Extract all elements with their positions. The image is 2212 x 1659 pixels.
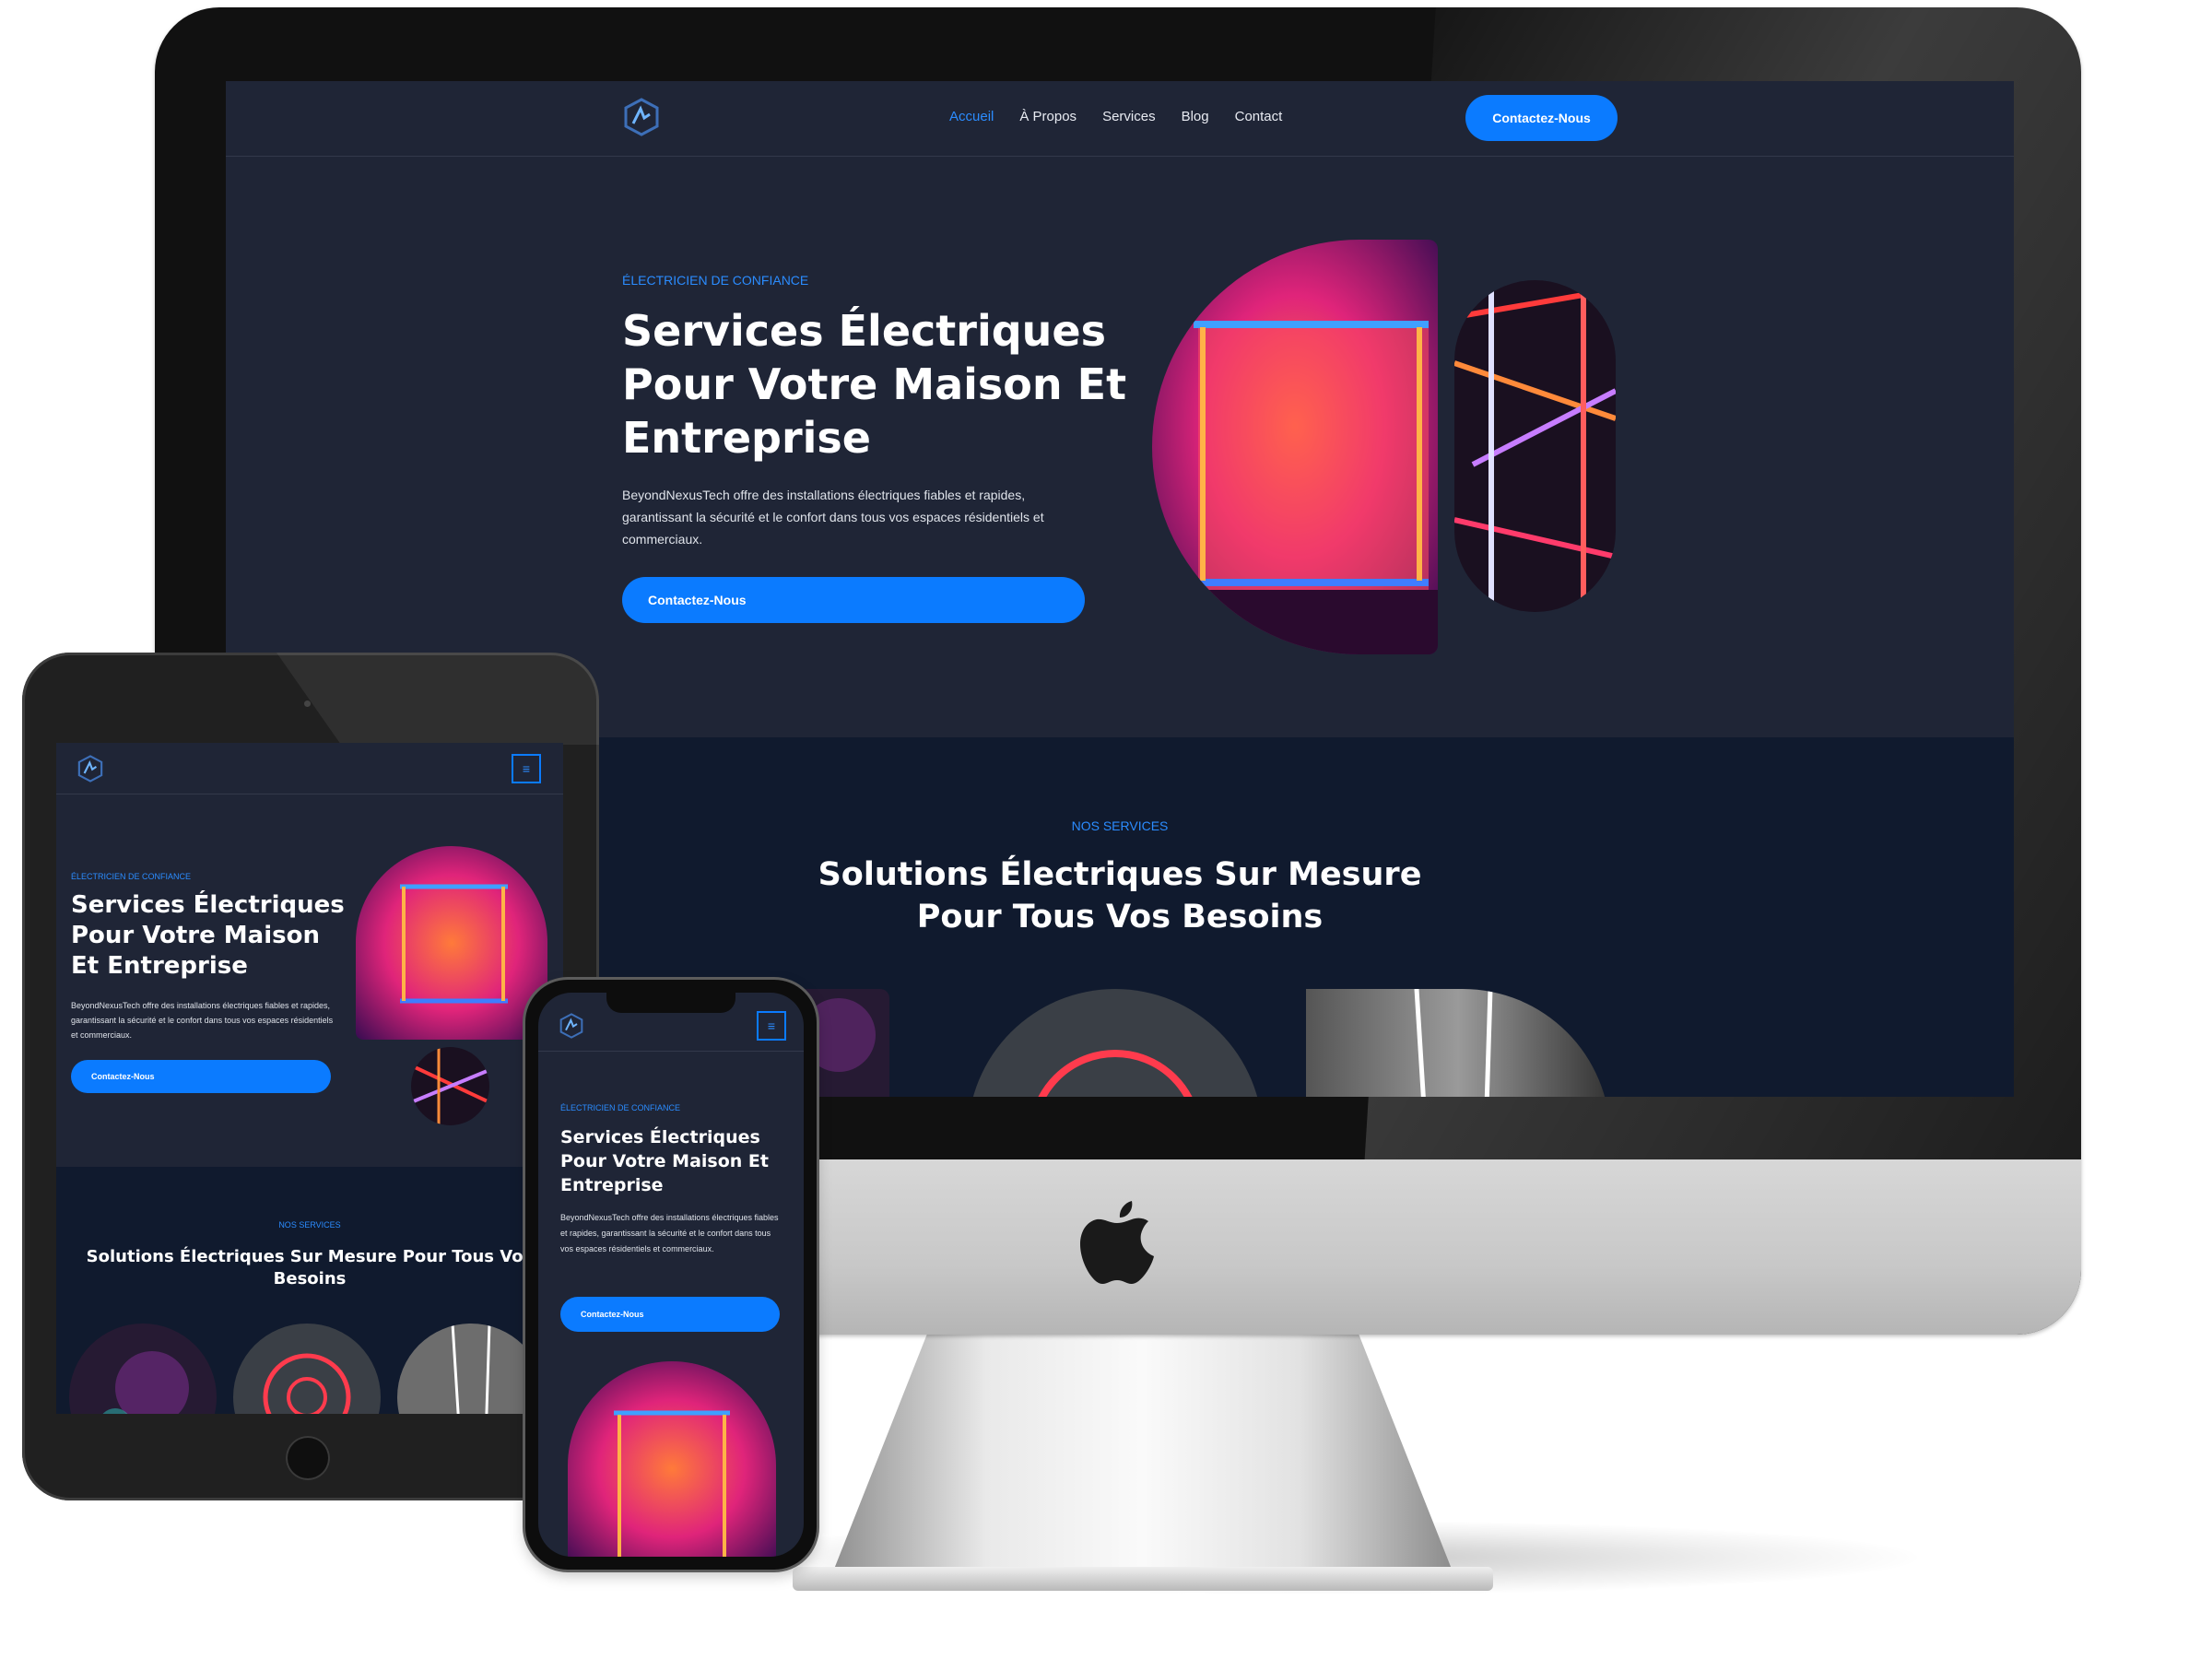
hero-image-neon-room [356, 846, 547, 1040]
tablet-camera [304, 700, 311, 707]
hero-title: Services Électriques Pour Votre Maison E… [622, 306, 1127, 463]
apple-logo-icon [1080, 1201, 1154, 1284]
phone-screen: ≡ ÉLECTRICIEN DE CONFIANCE Services Élec… [538, 993, 804, 1557]
nav-item-contact[interactable]: Contact [1235, 109, 1283, 124]
logo-icon[interactable] [622, 98, 661, 136]
hero-description: BeyondNexusTech offre des installations … [71, 1001, 334, 1040]
services-eyebrow: NOS SERVICES [278, 1220, 341, 1230]
services-title: Solutions Électriques Sur Mesure Pour To… [818, 856, 1422, 935]
hero-description: BeyondNexusTech offre des installations … [560, 1213, 779, 1253]
imac-stand [830, 1327, 1456, 1581]
logo-icon[interactable] [76, 755, 104, 782]
nav-item-services[interactable]: Services [1102, 109, 1156, 124]
hero-eyebrow: ÉLECTRICIEN DE CONFIANCE [71, 872, 192, 881]
hero-contact-button[interactable]: Contactez-Nous [622, 577, 1085, 623]
hero-eyebrow: ÉLECTRICIEN DE CONFIANCE [560, 1103, 681, 1112]
hero-image-neon-lines [1454, 280, 1616, 612]
imac-foot [793, 1567, 1493, 1591]
hero-eyebrow: ÉLECTRICIEN DE CONFIANCE [622, 273, 809, 288]
services-title: Solutions Électriques Sur Mesure Pour To… [86, 1247, 534, 1288]
hero-contact-button[interactable]: Contactez-Nous [560, 1297, 780, 1332]
nav-item-accueil[interactable]: Accueil [949, 109, 994, 124]
phone-notch [606, 993, 735, 1013]
hamburger-icon[interactable]: ≡ [757, 1011, 786, 1041]
hero-title: Services Électriques Pour Votre Maison E… [71, 891, 345, 980]
nav-contact-button[interactable]: Contactez-Nous [1465, 95, 1618, 141]
hero-image-neon-lines [411, 1047, 489, 1125]
hero-description: BeyondNexusTech offre des installations … [622, 488, 1044, 547]
desktop-menu: Accueil À Propos Services Blog Contact [949, 109, 1282, 124]
nav-item-a-propos[interactable]: À Propos [1019, 109, 1077, 124]
hero-image-neon-room [1152, 240, 1438, 654]
hero-contact-button[interactable]: Contactez-Nous [71, 1060, 331, 1093]
hamburger-icon[interactable]: ≡ [512, 754, 541, 783]
nav-item-blog[interactable]: Blog [1182, 109, 1209, 124]
logo-icon[interactable] [559, 1013, 584, 1039]
tablet-home-button[interactable] [286, 1436, 330, 1480]
hero-image-neon-room [568, 1361, 776, 1557]
hero-title: Services Électriques Pour Votre Maison E… [560, 1127, 769, 1195]
tablet-screen: ≡ ÉLECTRICIEN DE CONFIANCE Services Élec… [56, 743, 563, 1414]
tablet-navbar [56, 743, 563, 794]
